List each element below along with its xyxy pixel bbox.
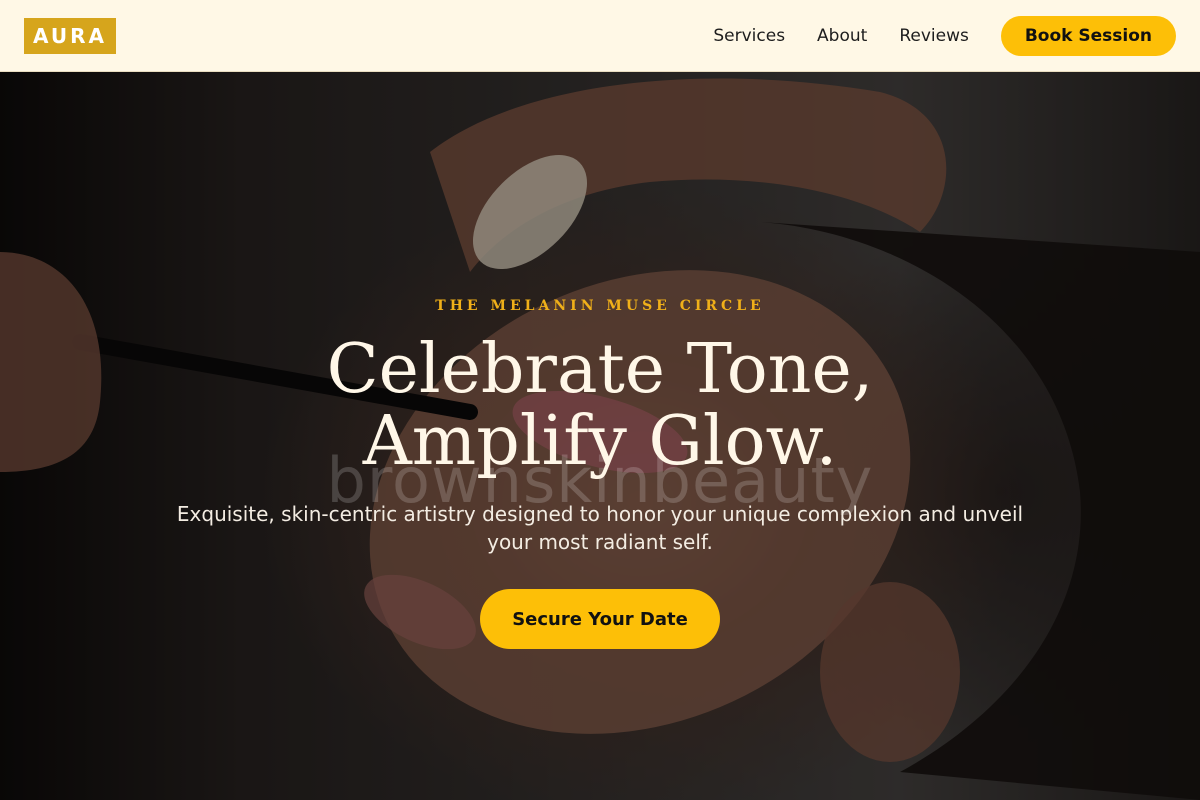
- headline-line-2: Amplify Glow.: [362, 402, 838, 481]
- nav-link-about[interactable]: About: [817, 26, 867, 46]
- nav-link-services[interactable]: Services: [713, 26, 785, 46]
- main-nav: Services About Reviews Book Session: [713, 16, 1176, 56]
- hero-eyebrow: THE MELANIN MUSE CIRCLE: [435, 298, 765, 314]
- headline-line-1: Celebrate Tone,: [326, 330, 874, 409]
- site-header: AURA Services About Reviews Book Session: [0, 0, 1200, 72]
- hero-subtext: Exquisite, skin-centric artistry designe…: [176, 502, 1024, 554]
- hero-headline: Celebrate Tone, Amplify Glow.: [0, 334, 1200, 478]
- secure-date-button[interactable]: Secure Your Date: [480, 589, 720, 649]
- logo[interactable]: AURA: [24, 18, 116, 54]
- book-session-button[interactable]: Book Session: [1000, 16, 1176, 56]
- nav-link-reviews[interactable]: Reviews: [899, 26, 969, 46]
- hero-section: brownskinbeauty THE MELANIN MUSE CIRCLE …: [0, 72, 1200, 800]
